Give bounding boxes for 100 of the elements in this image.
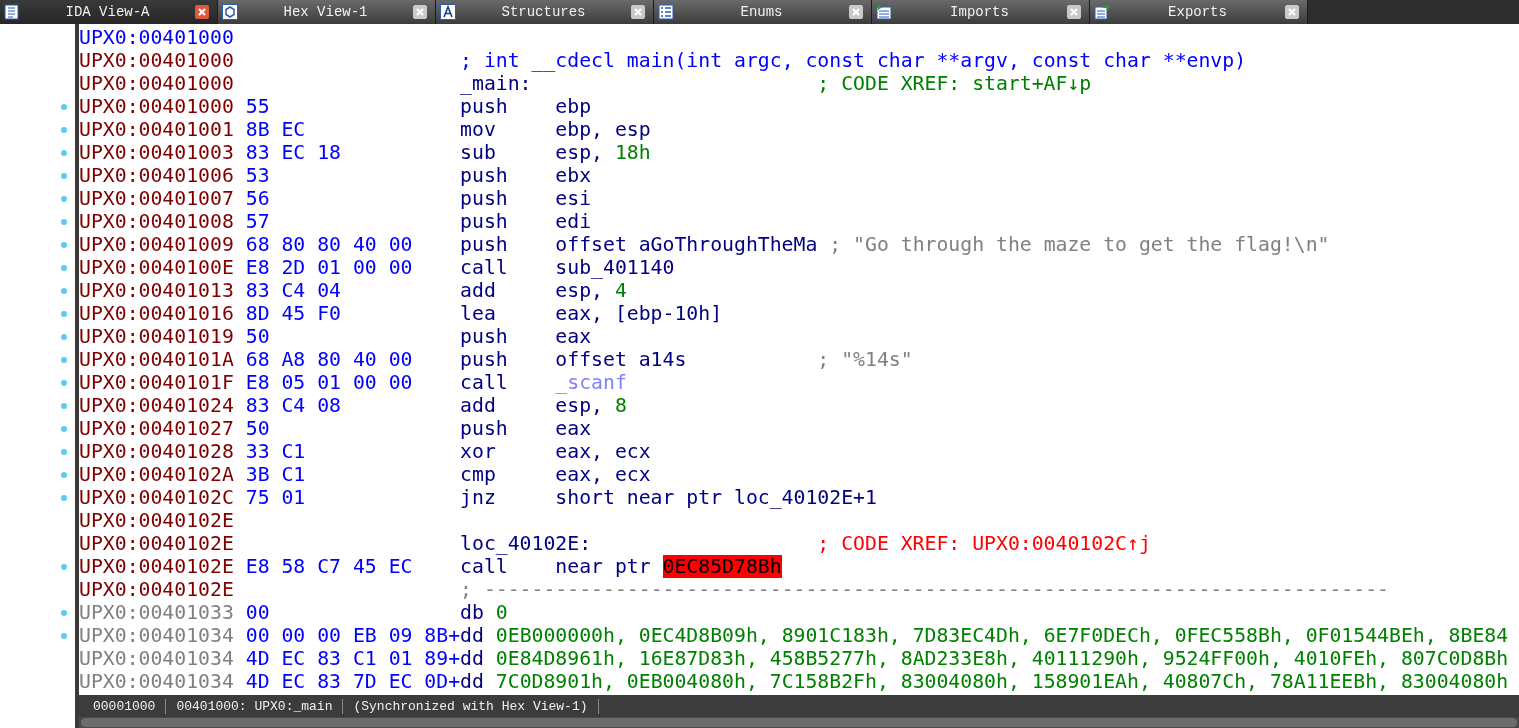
opcode-bytes: 57: [245, 210, 271, 233]
opcode-bytes: 4D EC 83 7D EC 0D+: [245, 670, 461, 693]
close-icon[interactable]: [1067, 5, 1081, 19]
opcode-bytes: 00 00 00 EB 09 8B+: [245, 624, 461, 647]
opcode-bytes: E8 2D 01 00 00: [245, 256, 414, 279]
code-comment: ; "Go through the maze to get the flag!\n": [829, 233, 1330, 256]
tab[interactable]: Hex View-1: [218, 0, 436, 24]
operand: eax, ecx: [555, 440, 651, 463]
opcode-bytes: 68 A8 80 40 00: [245, 348, 414, 371]
mnemonic: sub: [460, 141, 497, 164]
listing-icon: [4, 4, 20, 20]
operand: eax: [555, 325, 592, 348]
opcode-bytes: 33 C1: [245, 440, 307, 463]
mnemonic: push: [460, 417, 509, 440]
address: UPX0:0040102C: [79, 486, 235, 509]
operand: esp,: [555, 141, 604, 164]
code-comment: ; int __cdecl main(int argc, const char **argv, const char **envp): [460, 49, 1247, 72]
address: UPX0:00401000: [79, 26, 235, 49]
operand: sub_401140: [555, 256, 675, 279]
operand: 4: [614, 279, 627, 302]
opcode-bytes: 83 C4 04: [245, 279, 342, 302]
code-comment: ; ----------------------------------------------------------------------------: [460, 578, 1389, 601]
address: UPX0:00401024: [79, 394, 235, 417]
mnemonic: jnz: [460, 486, 497, 509]
tab[interactable]: Imports: [872, 0, 1090, 24]
opcode-bytes: 50: [245, 325, 271, 348]
opcode-bytes: 56: [245, 187, 271, 210]
close-icon[interactable]: [195, 5, 209, 19]
address: UPX0:00401007: [79, 187, 235, 210]
mnemonic: xor: [460, 440, 497, 463]
address: UPX0:00401003: [79, 141, 235, 164]
close-icon[interactable]: [413, 5, 427, 19]
address: UPX0:0040101F: [79, 371, 235, 394]
close-icon[interactable]: [631, 5, 645, 19]
mnemonic: cmp: [460, 463, 497, 486]
tab[interactable]: Enums: [654, 0, 872, 24]
list-icon: [658, 4, 674, 20]
opcode-bytes: 4D EC 83 C1 01 89+: [245, 647, 461, 670]
code-comment: ; "%14s": [817, 348, 913, 371]
opcode-bytes: 00: [245, 601, 271, 624]
address: UPX0:0040102A: [79, 463, 235, 486]
address: UPX0:00401006: [79, 164, 235, 187]
opcode-bytes: 75 01: [245, 486, 307, 509]
address: UPX0:00401034: [79, 624, 235, 647]
mnemonic: push: [460, 95, 509, 118]
operand: 18h: [614, 141, 651, 164]
address: UPX0:00401001: [79, 118, 235, 141]
address: UPX0:00401000: [79, 49, 235, 72]
mnemonic: push: [460, 210, 509, 233]
operand: esp,: [555, 394, 604, 417]
mnemonic: dd: [460, 647, 484, 670]
tab[interactable]: IDA View-A: [0, 0, 218, 24]
mnemonic: db: [460, 601, 484, 624]
status-field: 00401000: UPX0:_main: [166, 698, 344, 714]
operand: esi: [555, 187, 592, 210]
operand: 8: [614, 394, 627, 417]
status-field: (Synchronized with Hex View-1): [343, 698, 599, 714]
opcode-bytes: E8 58 C7 45 EC: [245, 555, 414, 578]
address: UPX0:0040101A: [79, 348, 235, 371]
mnemonic: add: [460, 279, 497, 302]
opcode-bytes: E8 05 01 00 00: [245, 371, 414, 394]
mnemonic: lea: [460, 302, 497, 325]
operand: esp,: [555, 279, 604, 302]
address: UPX0:0040102E: [79, 578, 235, 601]
operand: eax, ecx: [555, 463, 651, 486]
close-icon[interactable]: [849, 5, 863, 19]
operand: ebp, esp: [555, 118, 651, 141]
opcode-bytes: 83 C4 08: [245, 394, 342, 417]
close-icon[interactable]: [1285, 5, 1299, 19]
address: UPX0:00401034: [79, 670, 235, 693]
invalid-operand: 0EC85D78Bh: [662, 555, 782, 578]
mnemonic: dd: [460, 624, 484, 647]
operand: ebx: [555, 164, 592, 187]
address: UPX0:0040100E: [79, 256, 235, 279]
mnemonic: mov: [460, 118, 497, 141]
opcode-bytes: 55: [245, 95, 271, 118]
mnemonic: push: [460, 233, 509, 256]
mnemonic: push: [460, 164, 509, 187]
code-label: _main:: [460, 72, 533, 95]
mnemonic: call: [460, 555, 509, 578]
tab[interactable]: Structures: [436, 0, 654, 24]
opcode-bytes: 83 EC 18: [245, 141, 342, 164]
opcode-bytes: 3B C1: [245, 463, 307, 486]
address: UPX0:0040102E: [79, 532, 235, 555]
operand: eax: [555, 417, 592, 440]
address: UPX0:00401008: [79, 210, 235, 233]
address: UPX0:00401027: [79, 417, 235, 440]
address: UPX0:00401013: [79, 279, 235, 302]
address: UPX0:0040102E: [79, 555, 235, 578]
scroll-bar[interactable]: [79, 717, 1519, 728]
address: UPX0:00401016: [79, 302, 235, 325]
operand: near ptr: [555, 555, 652, 578]
operand: 0E84D8961h, 16E87D83h, 458B5277h, 8AD233E8h, 40111290h, 9524FF00h, 4010FEh, 807C0D8Bh: [495, 647, 1509, 670]
operand: eax, [ebp-10h]: [555, 302, 723, 325]
operand: _scanf: [555, 371, 627, 394]
tab[interactable]: Exports: [1090, 0, 1308, 24]
structure-icon: [440, 4, 456, 20]
operand: offset a14s: [555, 348, 687, 371]
code-comment: ; CODE XREF: UPX0:0040102C↑j: [817, 532, 1151, 555]
address: UPX0:00401034: [79, 647, 235, 670]
